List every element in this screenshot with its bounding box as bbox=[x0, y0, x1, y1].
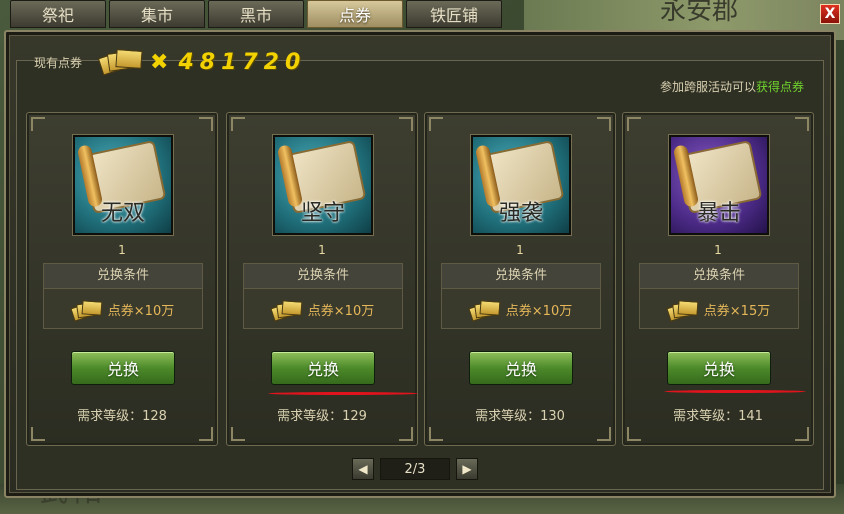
previous-page-button[interactable]: ◀ bbox=[352, 458, 374, 480]
required-level: 需求等级：130 bbox=[475, 409, 565, 424]
condition-title: 兑换条件 bbox=[44, 264, 202, 289]
get-coupons-link[interactable]: 获得点券 bbox=[756, 80, 804, 94]
coupon-icon bbox=[468, 299, 501, 322]
red-underline-annotation bbox=[268, 392, 418, 395]
cost-text: 点券×10万 bbox=[307, 303, 375, 319]
pagination: ◀ 2/3 ▶ bbox=[352, 456, 478, 482]
exchange-condition-box: 兑换条件 点券×10万 bbox=[243, 263, 403, 329]
item-count: 1 bbox=[714, 243, 722, 257]
page-indicator: 2/3 bbox=[380, 458, 450, 480]
item-count: 1 bbox=[318, 243, 326, 257]
coupon-icon bbox=[666, 299, 699, 322]
currency-display: 现有点券 ✖ 481720 bbox=[34, 44, 306, 80]
tab-sacrifice[interactable]: 祭祀 bbox=[10, 0, 106, 28]
condition-cost: 点券×15万 bbox=[640, 289, 798, 329]
required-level: 需求等级：141 bbox=[673, 409, 763, 424]
scroll-item-icon[interactable]: 强袭 bbox=[471, 135, 571, 235]
cost-text: 点券×15万 bbox=[703, 303, 771, 319]
item-icon-label: 强袭 bbox=[498, 201, 543, 226]
cost-text: 点券×10万 bbox=[107, 303, 175, 319]
exchange-card: 暴击 1 兑换条件 点券×15万 兑换 需求等级：141 bbox=[622, 112, 814, 446]
scroll-item-icon[interactable]: 无双 bbox=[73, 135, 173, 235]
tab-market[interactable]: 集市 bbox=[109, 0, 205, 28]
condition-cost: 点券×10万 bbox=[244, 289, 402, 329]
tab-bar: 祭祀 集市 黑市 点券 铁匠铺 bbox=[10, 0, 502, 28]
exchange-button[interactable]: 兑换 bbox=[271, 351, 375, 385]
event-hint: 参加跨服活动可以获得点券 bbox=[660, 78, 804, 95]
item-count: 1 bbox=[118, 243, 126, 257]
item-icon-label: 坚守 bbox=[300, 201, 345, 226]
required-level: 需求等级：128 bbox=[77, 409, 167, 424]
exchange-condition-box: 兑换条件 点券×10万 bbox=[43, 263, 203, 329]
tab-blacksmith[interactable]: 铁匠铺 bbox=[406, 0, 502, 28]
item-count: 1 bbox=[516, 243, 524, 257]
exchange-card: 强袭 1 兑换条件 点券×10万 兑换 需求等级：130 bbox=[424, 112, 616, 446]
currency-label: 现有点券 bbox=[34, 55, 83, 70]
background-title: 永安郡 bbox=[660, 0, 739, 26]
multiply-icon: ✖ bbox=[150, 49, 169, 75]
exchange-button[interactable]: 兑换 bbox=[71, 351, 175, 385]
close-button[interactable]: X bbox=[820, 4, 840, 24]
condition-cost: 点券×10万 bbox=[442, 289, 600, 329]
exchange-card: 坚守 1 兑换条件 点券×10万 兑换 需求等级：129 bbox=[226, 112, 418, 446]
scroll-item-icon[interactable]: 暴击 bbox=[669, 135, 769, 235]
condition-title: 兑换条件 bbox=[442, 264, 600, 289]
next-page-button[interactable]: ▶ bbox=[456, 458, 478, 480]
tab-coupons[interactable]: 点券 bbox=[307, 0, 403, 28]
exchange-button[interactable]: 兑换 bbox=[667, 351, 771, 385]
currency-value: 481720 bbox=[178, 49, 307, 75]
item-icon-label: 无双 bbox=[100, 201, 145, 226]
required-level: 需求等级：129 bbox=[277, 409, 367, 424]
cost-text: 点券×10万 bbox=[505, 303, 573, 319]
exchange-card: 无双 1 兑换条件 点券×10万 兑换 需求等级：128 bbox=[26, 112, 218, 446]
condition-title: 兑换条件 bbox=[640, 264, 798, 289]
exchange-button[interactable]: 兑换 bbox=[469, 351, 573, 385]
exchange-condition-box: 兑换条件 点券×15万 bbox=[639, 263, 799, 329]
condition-title: 兑换条件 bbox=[244, 264, 402, 289]
condition-cost: 点券×10万 bbox=[44, 289, 202, 329]
tab-black-market[interactable]: 黑市 bbox=[208, 0, 304, 28]
coupon-icon bbox=[70, 299, 103, 322]
scroll-item-icon[interactable]: 坚守 bbox=[273, 135, 373, 235]
coupon-icon bbox=[97, 48, 143, 76]
red-underline-annotation bbox=[664, 390, 806, 393]
item-icon-label: 暴击 bbox=[696, 201, 741, 226]
coupon-icon bbox=[270, 299, 303, 322]
event-hint-text: 参加跨服活动可以 bbox=[659, 80, 756, 94]
exchange-condition-box: 兑换条件 点券×10万 bbox=[441, 263, 601, 329]
